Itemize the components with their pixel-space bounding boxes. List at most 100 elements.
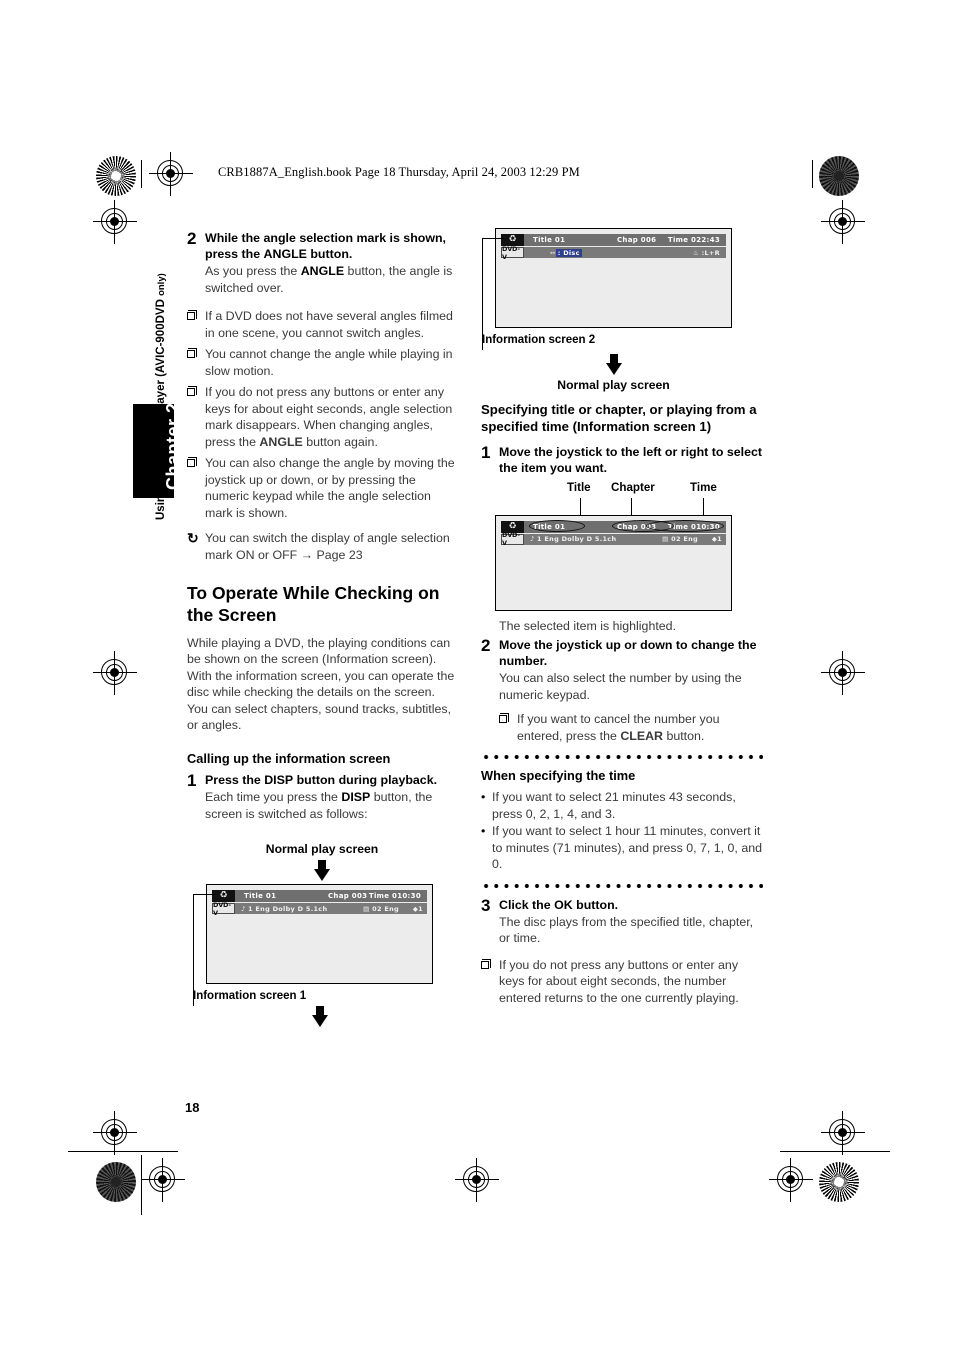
normal-play-screen-caption-block: Normal play screen	[187, 842, 457, 882]
osd-overlay: ♻ Title 01 Chap 006 Time 022:43 DVD-V ⇿:…	[501, 234, 726, 261]
registration-mark-bottom-right	[769, 1158, 813, 1202]
osd-status-row-bottom: DVD-V ⇿: Disc ♨ :L+R	[501, 245, 726, 261]
step-paragraph: Each time you press the DISP button, the…	[205, 789, 457, 822]
callout-label-time: Time	[690, 480, 717, 494]
running-head-text-small: only)	[156, 273, 167, 296]
osd-repeat-value: ⇿: Disc	[550, 248, 582, 257]
osd-audio-text: 1 Eng Dolby D 5.1ch	[248, 904, 328, 913]
information-screen-2-block: ♻ Title 01 Chap 006 Time 022:43 DVD-V ⇿:…	[482, 228, 732, 350]
step-body: Click the OK button. The disc plays from…	[499, 897, 763, 947]
bullet-dot-icon: •	[481, 790, 486, 805]
registration-mark-bottom-center	[455, 1158, 499, 1202]
crop-line-left-vertical	[141, 160, 143, 188]
osd-bottom-fields: ♪ 1 Eng Dolby D 5.1ch ▤ 02 Eng ◆1	[524, 533, 726, 545]
step-title-part2: button.	[306, 247, 353, 262]
section-intro-paragraph: While playing a DVD, the playing conditi…	[187, 635, 455, 733]
note-text: If you want to cancel the number you ent…	[517, 711, 763, 744]
osd-overlay: ♻ Title 01 Chap 003 Time 010:30 DVD-V ♪ …	[212, 890, 427, 917]
osd-status-row-top: ♻ Title 01 Chap 006 Time 022:43	[501, 234, 726, 246]
step-title-part1: Click the	[499, 897, 555, 912]
note-text: You cannot change the angle while playin…	[205, 347, 453, 378]
registration-mark-left-upper	[93, 200, 137, 244]
note-text-bold: CLEAR	[620, 728, 664, 743]
osd-time-value: Time 022:43	[667, 236, 720, 244]
crop-line-left-vertical-bottom	[141, 1155, 143, 1215]
running-head-vertical: Using Built-in DVD Player (AVIC-900DVD o…	[155, 273, 167, 520]
note-reference-item: ↻ You can switch the display of angle se…	[187, 530, 457, 563]
list-item: • If you want to select 1 hour 11 minute…	[481, 823, 763, 873]
page-number: 18	[185, 1100, 200, 1115]
osd-angle-value: ◆1	[412, 904, 423, 913]
callout-line-title	[580, 497, 582, 515]
osd-status-row-bottom: DVD-V ♪ 1 Eng Dolby D 5.1ch ▤ 02 Eng ◆1	[212, 901, 427, 917]
leader-line-horizontal	[193, 894, 215, 896]
square-bullet-icon	[187, 384, 205, 400]
osd-top-fields: Title 01 Chap 006 Time 022:43	[524, 234, 726, 246]
dvd-video-badge: DVD-V	[501, 245, 524, 261]
highlight-ellipse-time	[646, 520, 724, 532]
osd-subtitle-text: 02 Eng	[671, 535, 698, 543]
step-body-part1: As you press the	[205, 264, 301, 279]
osd-chapter-value: Chap 006	[617, 236, 657, 244]
step-body-bold: ANGLE	[300, 264, 345, 279]
time-bullet-list: • If you want to select 21 minutes 43 se…	[481, 789, 763, 873]
list-item-text: If you want to select 21 minutes 43 seco…	[492, 790, 736, 821]
normal-play-screen-label: Normal play screen	[557, 378, 670, 392]
registration-mark-left-mid	[93, 651, 137, 695]
osd-angle-text: 1	[418, 904, 423, 913]
crop-line-right-vertical	[812, 160, 814, 188]
step-number: 3	[481, 895, 491, 915]
square-bullet-icon	[187, 455, 205, 471]
step-title: Click the OK button.	[499, 897, 763, 913]
registration-mark-right-upper	[821, 200, 865, 244]
dotted-separator-bottom	[481, 881, 763, 890]
osd-subtitle-text: 02 Eng	[372, 904, 399, 913]
note-item: If you do not press any buttons or enter…	[481, 957, 763, 1007]
crop-line-top-horizontal	[68, 1151, 178, 1153]
note-item: If you do not press any buttons or enter…	[187, 384, 457, 450]
curved-arrow-icon: ↻	[187, 530, 199, 547]
list-item-text: If you want to select 1 hour 11 minutes,…	[492, 824, 762, 872]
callout-leader-lines	[495, 497, 732, 515]
print-starburst-top-right	[819, 156, 859, 196]
step-number: 2	[187, 229, 197, 248]
step-title-bold: ANGLE	[263, 247, 307, 262]
osd-video-area	[501, 258, 726, 322]
step-1-disp: 1 Press the DISP button during playback.…	[187, 771, 457, 822]
dvd-osd-screen-1: ♻ Title 01 Chap 003 Time 010:30 DVD-V ♪ …	[206, 884, 433, 985]
osd-repeat-text: : Disc	[555, 248, 582, 257]
dvd-osd-screen-2: ♻ Title 01 Chap 006 Time 022:43 DVD-V ⇿:…	[495, 228, 732, 328]
note-item: If a DVD does not have several angles fi…	[187, 308, 457, 341]
note-text: If you do not press any buttons or enter…	[499, 957, 739, 1005]
highlight-note-text: The selected item is highlighted.	[499, 618, 677, 633]
step-body-bold: DISP	[341, 790, 371, 805]
osd-title-value: Title 01	[533, 236, 566, 244]
left-column: 2 While the angle selection mark is show…	[187, 228, 457, 1030]
step-title: Press the DISP button during playback.	[205, 772, 457, 788]
print-starburst-bottom-right	[819, 1162, 859, 1202]
highlight-ellipse-title	[529, 520, 585, 532]
step-number: 2	[481, 636, 491, 655]
step-2-change-number: 2 Move the joystick up or down to change…	[481, 636, 763, 703]
subsection-heading-specifying-title: Specifying title or chapter, or playing …	[481, 402, 757, 434]
note-text: You can also change the angle by moving …	[205, 456, 455, 520]
osd-subtitle-value: ▤ 02 Eng	[662, 535, 698, 543]
osd-bottom-fields: ♪ 1 Eng Dolby D 5.1ch ▤ 02 Eng ◆1	[235, 903, 427, 915]
square-bullet-icon	[499, 711, 517, 727]
callout-label-title: Title	[567, 480, 591, 494]
step-paragraph: You can also select the number by using …	[499, 671, 742, 702]
step-body: Move the joystick to the left or right t…	[499, 444, 763, 476]
step-title-part2: button.	[572, 897, 619, 912]
down-arrow-icon	[311, 1006, 328, 1028]
dvd-video-badge: DVD-V	[501, 531, 524, 547]
osd-status-row-bottom: DVD-V ♪ 1 Eng Dolby D 5.1ch ▤ 02 Eng ◆1	[501, 531, 726, 547]
osd-angle-text: 1	[717, 535, 722, 543]
step-body: Move the joystick up or down to change t…	[499, 637, 763, 703]
registration-mark-top-left	[149, 152, 193, 196]
square-bullet-icon	[481, 957, 499, 973]
down-arrow-icon	[314, 860, 330, 882]
note-text: If a DVD does not have several angles fi…	[205, 309, 453, 340]
step-paragraph: As you press the ANGLE button, the angle…	[205, 263, 457, 296]
information-screen-2-label: Information screen 2	[482, 334, 596, 346]
osd-chapter-value: Chap 003	[328, 892, 368, 901]
